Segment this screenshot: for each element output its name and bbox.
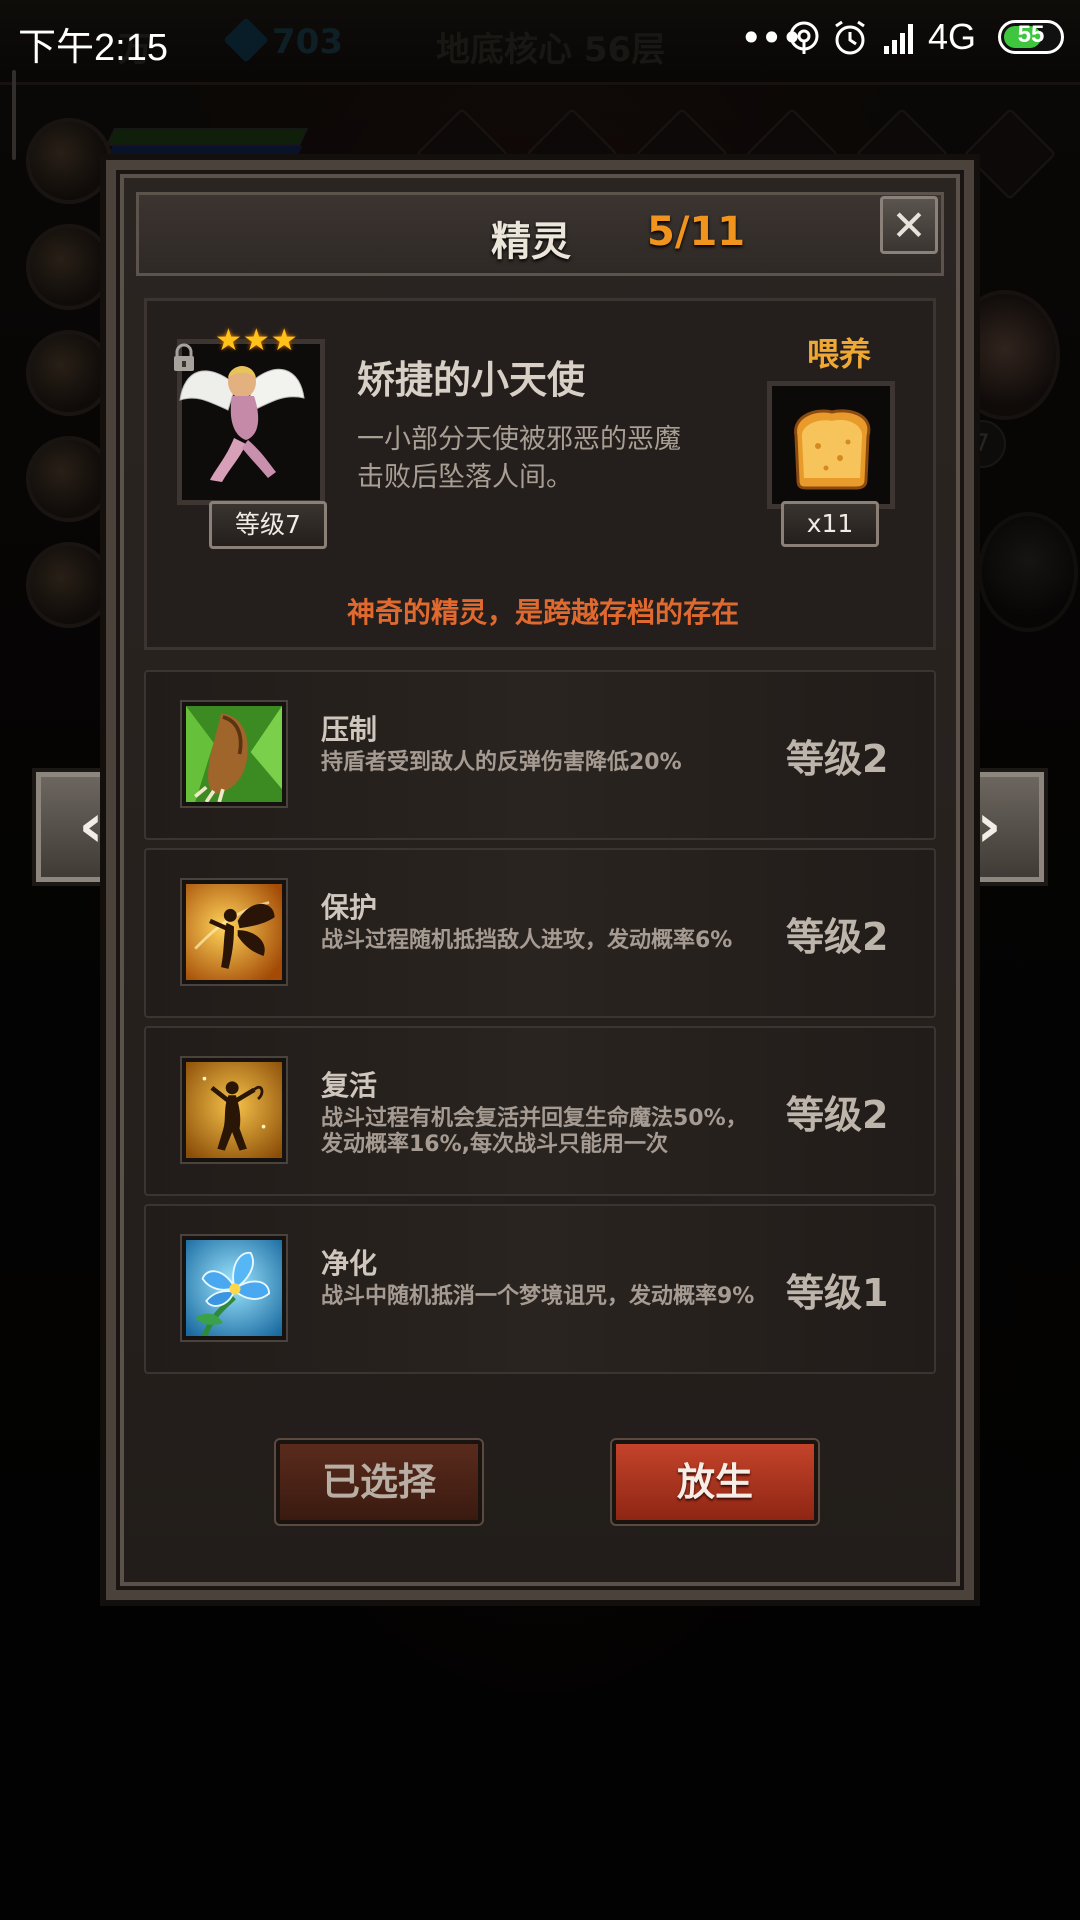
close-button[interactable]: ✕ <box>880 196 938 254</box>
skill-description: 战斗中随机抵消一个梦境诅咒，发动概率9% <box>321 1284 755 1309</box>
hotspot-icon <box>789 21 819 54</box>
sprite-info-panel: ★★★ 等级7 矫捷的小天使 一小部分天使被邪恶的恶魔击败后坠落人间。 喂养 x… <box>144 298 936 650</box>
signal-icon <box>884 24 913 54</box>
network-type: 4G <box>928 16 977 57</box>
skill-level: 等级2 <box>786 1093 889 1137</box>
sprite-name: 矫捷的小天使 <box>357 358 586 402</box>
dialog-header: 精灵 5/11 <box>136 192 944 276</box>
lock-icon[interactable] <box>171 343 197 373</box>
sprite-tagline: 神奇的精灵，是跨越存档的存在 <box>346 596 739 629</box>
feed-quantity: x11 <box>781 501 879 547</box>
sprite-dialog: 精灵 5/11 ★★★ 等级7 矫捷的小天使 一小部分天使被邪恶的恶魔击败后坠落… <box>106 160 974 1600</box>
skill-row[interactable]: 压制 持盾者受到敌人的反弹伤害降低20% 等级2 <box>144 670 936 840</box>
skill-name: 保护 <box>321 891 378 924</box>
status-time: 下午2:15 <box>18 27 168 69</box>
feed-button[interactable] <box>767 381 895 509</box>
feed-label: 喂养 <box>807 335 872 373</box>
skill-row[interactable]: 净化 战斗中随机抵消一个梦境诅咒，发动概率9% 等级1 <box>144 1204 936 1374</box>
claw-icon <box>180 700 288 808</box>
status-bar: 下午2:15 ••• 4G 55 <box>0 0 1080 78</box>
skill-row[interactable]: 保护 战斗过程随机抵挡敌人进攻，发动概率6% 等级2 <box>144 848 936 1018</box>
battery-level: 55 <box>1017 21 1045 48</box>
skill-name: 净化 <box>321 1247 378 1280</box>
skill-level: 等级2 <box>786 737 889 781</box>
release-button[interactable]: 放生 <box>610 1438 820 1526</box>
skill-name: 压制 <box>321 713 378 746</box>
revive-icon <box>180 1056 288 1164</box>
alarm-icon <box>835 20 865 55</box>
close-icon: ✕ <box>891 201 927 250</box>
bread-icon <box>794 409 871 490</box>
skill-description: 战斗过程有机会复活并回复生命魔法50%，发动概率16%,每次战斗只能用一次 <box>321 1106 748 1157</box>
sprite-count: 5/11 <box>647 209 746 255</box>
fairy-shield-icon <box>180 878 288 986</box>
skill-row[interactable]: 复活 战斗过程有机会复活并回复生命魔法50%，发动概率16%,每次战斗只能用一次… <box>144 1026 936 1196</box>
dialog-title: 精灵 <box>491 219 571 265</box>
skill-description: 战斗过程随机抵挡敌人进攻，发动概率6% <box>321 928 733 953</box>
skill-level: 等级1 <box>786 1271 889 1315</box>
battery-icon: 55 <box>998 20 1064 54</box>
skill-name: 复活 <box>321 1069 378 1102</box>
sprite-description: 一小部分天使被邪恶的恶魔击败后坠落人间。 <box>357 424 681 493</box>
sprite-level-badge: 等级7 <box>209 501 327 549</box>
selected-button[interactable]: 已选择 <box>274 1438 484 1526</box>
sprite-portrait[interactable] <box>177 339 325 505</box>
skill-description: 持盾者受到敌人的反弹伤害降低20% <box>321 750 682 775</box>
skill-level: 等级2 <box>786 915 889 959</box>
blue-flower-icon <box>180 1234 288 1342</box>
star-rating-icon: ★★★ <box>215 323 299 358</box>
